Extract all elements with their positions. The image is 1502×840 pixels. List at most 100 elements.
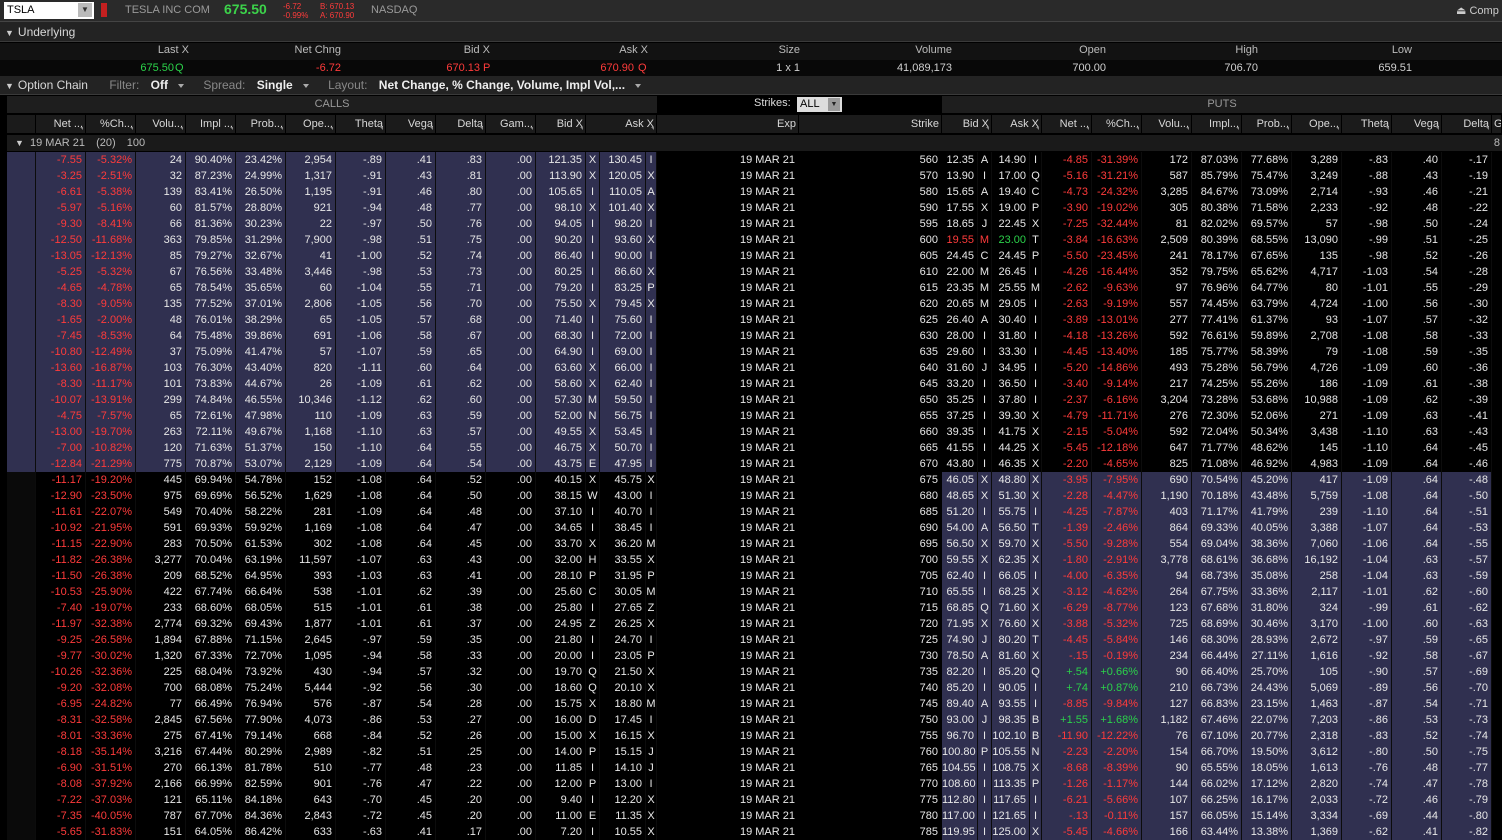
call-cell-10[interactable]: 52.00 — [536, 408, 586, 424]
call-cell-5[interactable]: 65 — [286, 312, 336, 328]
put-cell-20[interactable]: -6.21 — [1042, 792, 1092, 808]
call-cell-1[interactable]: -23.50% — [86, 488, 136, 504]
call-cell-9[interactable]: .00 — [486, 792, 536, 808]
put-cell-26[interactable]: -1.09 — [1342, 472, 1392, 488]
put-cell-20[interactable]: -4.85 — [1042, 152, 1092, 168]
put-cell-28[interactable]: -.43 — [1442, 424, 1492, 440]
call-cell-3[interactable]: 69.94% — [186, 472, 236, 488]
put-cell-25[interactable]: 2,318 — [1292, 728, 1342, 744]
option-row[interactable]: -8.30 -9.05% 135 77.52% 37.01% 2,806 -1.05.56.… — [0, 296, 1502, 312]
put-cell-28[interactable]: -.21 — [1442, 184, 1492, 200]
put-cell-16[interactable]: 71.95 — [942, 616, 978, 632]
put-cell-26[interactable]: -1.10 — [1342, 440, 1392, 456]
call-cell-9[interactable]: .00 — [486, 744, 536, 760]
call-cell-2[interactable]: 120 — [136, 440, 186, 456]
option-row[interactable]: -10.80 -12.49% 37 75.09% 41.47% 57 -1.07.59.65… — [0, 344, 1502, 360]
put-cell-26[interactable]: -.76 — [1342, 760, 1392, 776]
call-cell-4[interactable]: 58.22% — [236, 504, 286, 520]
put-cell-20[interactable]: -4.79 — [1042, 408, 1092, 424]
put-cell-21[interactable]: -4.62% — [1092, 584, 1142, 600]
put-cell-18[interactable]: 34.95 — [992, 360, 1030, 376]
put-cell-23[interactable]: 76.61% — [1192, 328, 1242, 344]
call-cell-1[interactable]: -10.82% — [86, 440, 136, 456]
put-cell-17[interactable]: I — [978, 440, 992, 456]
put-cell-24[interactable]: 52.06% — [1242, 408, 1292, 424]
call-cell-0[interactable]: -10.26 — [36, 664, 86, 680]
call-cell-6[interactable]: -1.05 — [336, 296, 386, 312]
call-cell-9[interactable]: .00 — [486, 232, 536, 248]
put-cell-27[interactable]: .63 — [1392, 552, 1442, 568]
put-cell-26[interactable]: -.93 — [1342, 184, 1392, 200]
call-cell-8[interactable]: .62 — [436, 376, 486, 392]
put-cell-26[interactable]: -.87 — [1342, 696, 1392, 712]
put-cell-19[interactable]: I — [1030, 504, 1042, 520]
put-cell-22[interactable]: 277 — [1142, 312, 1192, 328]
call-cell-8[interactable]: .20 — [436, 792, 486, 808]
put-cell-21[interactable]: -5.04% — [1092, 424, 1142, 440]
put-cell-23[interactable]: 77.41% — [1192, 312, 1242, 328]
call-cell-10[interactable]: 34.65 — [536, 520, 586, 536]
call-cell-8[interactable]: .39 — [436, 584, 486, 600]
call-col-header-10[interactable]: Bid X — [536, 115, 586, 133]
put-cell-25[interactable]: 4,983 — [1292, 456, 1342, 472]
put-cell-17[interactable]: J — [978, 216, 992, 232]
call-cell-9[interactable]: .00 — [486, 584, 536, 600]
put-cell-16[interactable]: 48.65 — [942, 488, 978, 504]
call-cell-6[interactable]: -1.06 — [336, 328, 386, 344]
put-cell-22[interactable]: 90 — [1142, 664, 1192, 680]
call-cell-6[interactable]: -.89 — [336, 152, 386, 168]
call-cell-4[interactable]: 28.80% — [236, 200, 286, 216]
put-cell-22[interactable]: 217 — [1142, 376, 1192, 392]
put-cell-16[interactable]: 23.35 — [942, 280, 978, 296]
call-cell-5[interactable]: 10,346 — [286, 392, 336, 408]
call-cell-5[interactable]: 150 — [286, 440, 336, 456]
call-cell-0[interactable]: -13.00 — [36, 424, 86, 440]
put-cell-26[interactable]: -1.07 — [1342, 520, 1392, 536]
call-cell-13[interactable]: P — [646, 568, 657, 584]
call-cell-2[interactable]: 445 — [136, 472, 186, 488]
call-cell-9[interactable]: .00 — [486, 680, 536, 696]
call-cell-12[interactable]: 30.05 — [600, 584, 646, 600]
call-cell-3[interactable]: 70.40% — [186, 504, 236, 520]
put-cell-26[interactable]: -.99 — [1342, 600, 1392, 616]
put-cell-18[interactable]: 46.35 — [992, 456, 1030, 472]
put-cell-22[interactable]: 864 — [1142, 520, 1192, 536]
put-cell-23[interactable]: 73.28% — [1192, 392, 1242, 408]
put-cell-23[interactable]: 66.40% — [1192, 664, 1242, 680]
put-cell-25[interactable]: 2,117 — [1292, 584, 1342, 600]
call-cell-7[interactable]: .59 — [386, 344, 436, 360]
put-col-header-4[interactable]: Volu... — [1142, 115, 1192, 133]
call-cell-9[interactable]: .00 — [486, 488, 536, 504]
call-cell-6[interactable]: -.98 — [336, 232, 386, 248]
call-cell-1[interactable]: -26.38% — [86, 568, 136, 584]
put-cell-17[interactable]: I — [978, 328, 992, 344]
put-cell-21[interactable]: -9.19% — [1092, 296, 1142, 312]
put-cell-17[interactable]: I — [978, 376, 992, 392]
call-cell-0[interactable]: -7.40 — [36, 600, 86, 616]
call-cell-7[interactable]: .41 — [386, 152, 436, 168]
put-cell-24[interactable]: 15.14% — [1242, 808, 1292, 824]
call-cell-5[interactable]: 2,129 — [286, 456, 336, 472]
option-row[interactable]: -6.90 -31.51% 270 66.13% 81.78% 510 -.77.48.23… — [0, 760, 1502, 776]
call-cell-8[interactable]: .30 — [436, 680, 486, 696]
put-cell-24[interactable]: 46.92% — [1242, 456, 1292, 472]
put-cell-19[interactable]: X — [1030, 600, 1042, 616]
call-cell-1[interactable]: -19.20% — [86, 472, 136, 488]
put-cell-24[interactable]: 55.26% — [1242, 376, 1292, 392]
call-cell-2[interactable]: 549 — [136, 504, 186, 520]
put-cell-18[interactable]: 98.35 — [992, 712, 1030, 728]
call-cell-9[interactable]: .00 — [486, 664, 536, 680]
put-cell-16[interactable]: 56.50 — [942, 536, 978, 552]
put-cell-16[interactable]: 65.55 — [942, 584, 978, 600]
call-cell-1[interactable]: -37.92% — [86, 776, 136, 792]
call-cell-2[interactable]: 48 — [136, 312, 186, 328]
call-cell-9[interactable]: .00 — [486, 776, 536, 792]
call-cell-8[interactable]: .80 — [436, 184, 486, 200]
put-cell-27[interactable]: .40 — [1392, 152, 1442, 168]
call-cell-6[interactable]: -1.05 — [336, 312, 386, 328]
put-cell-24[interactable]: 19.50% — [1242, 744, 1292, 760]
put-col-header-3[interactable]: %Ch... — [1092, 115, 1142, 133]
call-col-header-2[interactable]: Volu... — [136, 115, 186, 133]
call-cell-10[interactable]: 32.00 — [536, 552, 586, 568]
put-cell-26[interactable]: -.98 — [1342, 248, 1392, 264]
